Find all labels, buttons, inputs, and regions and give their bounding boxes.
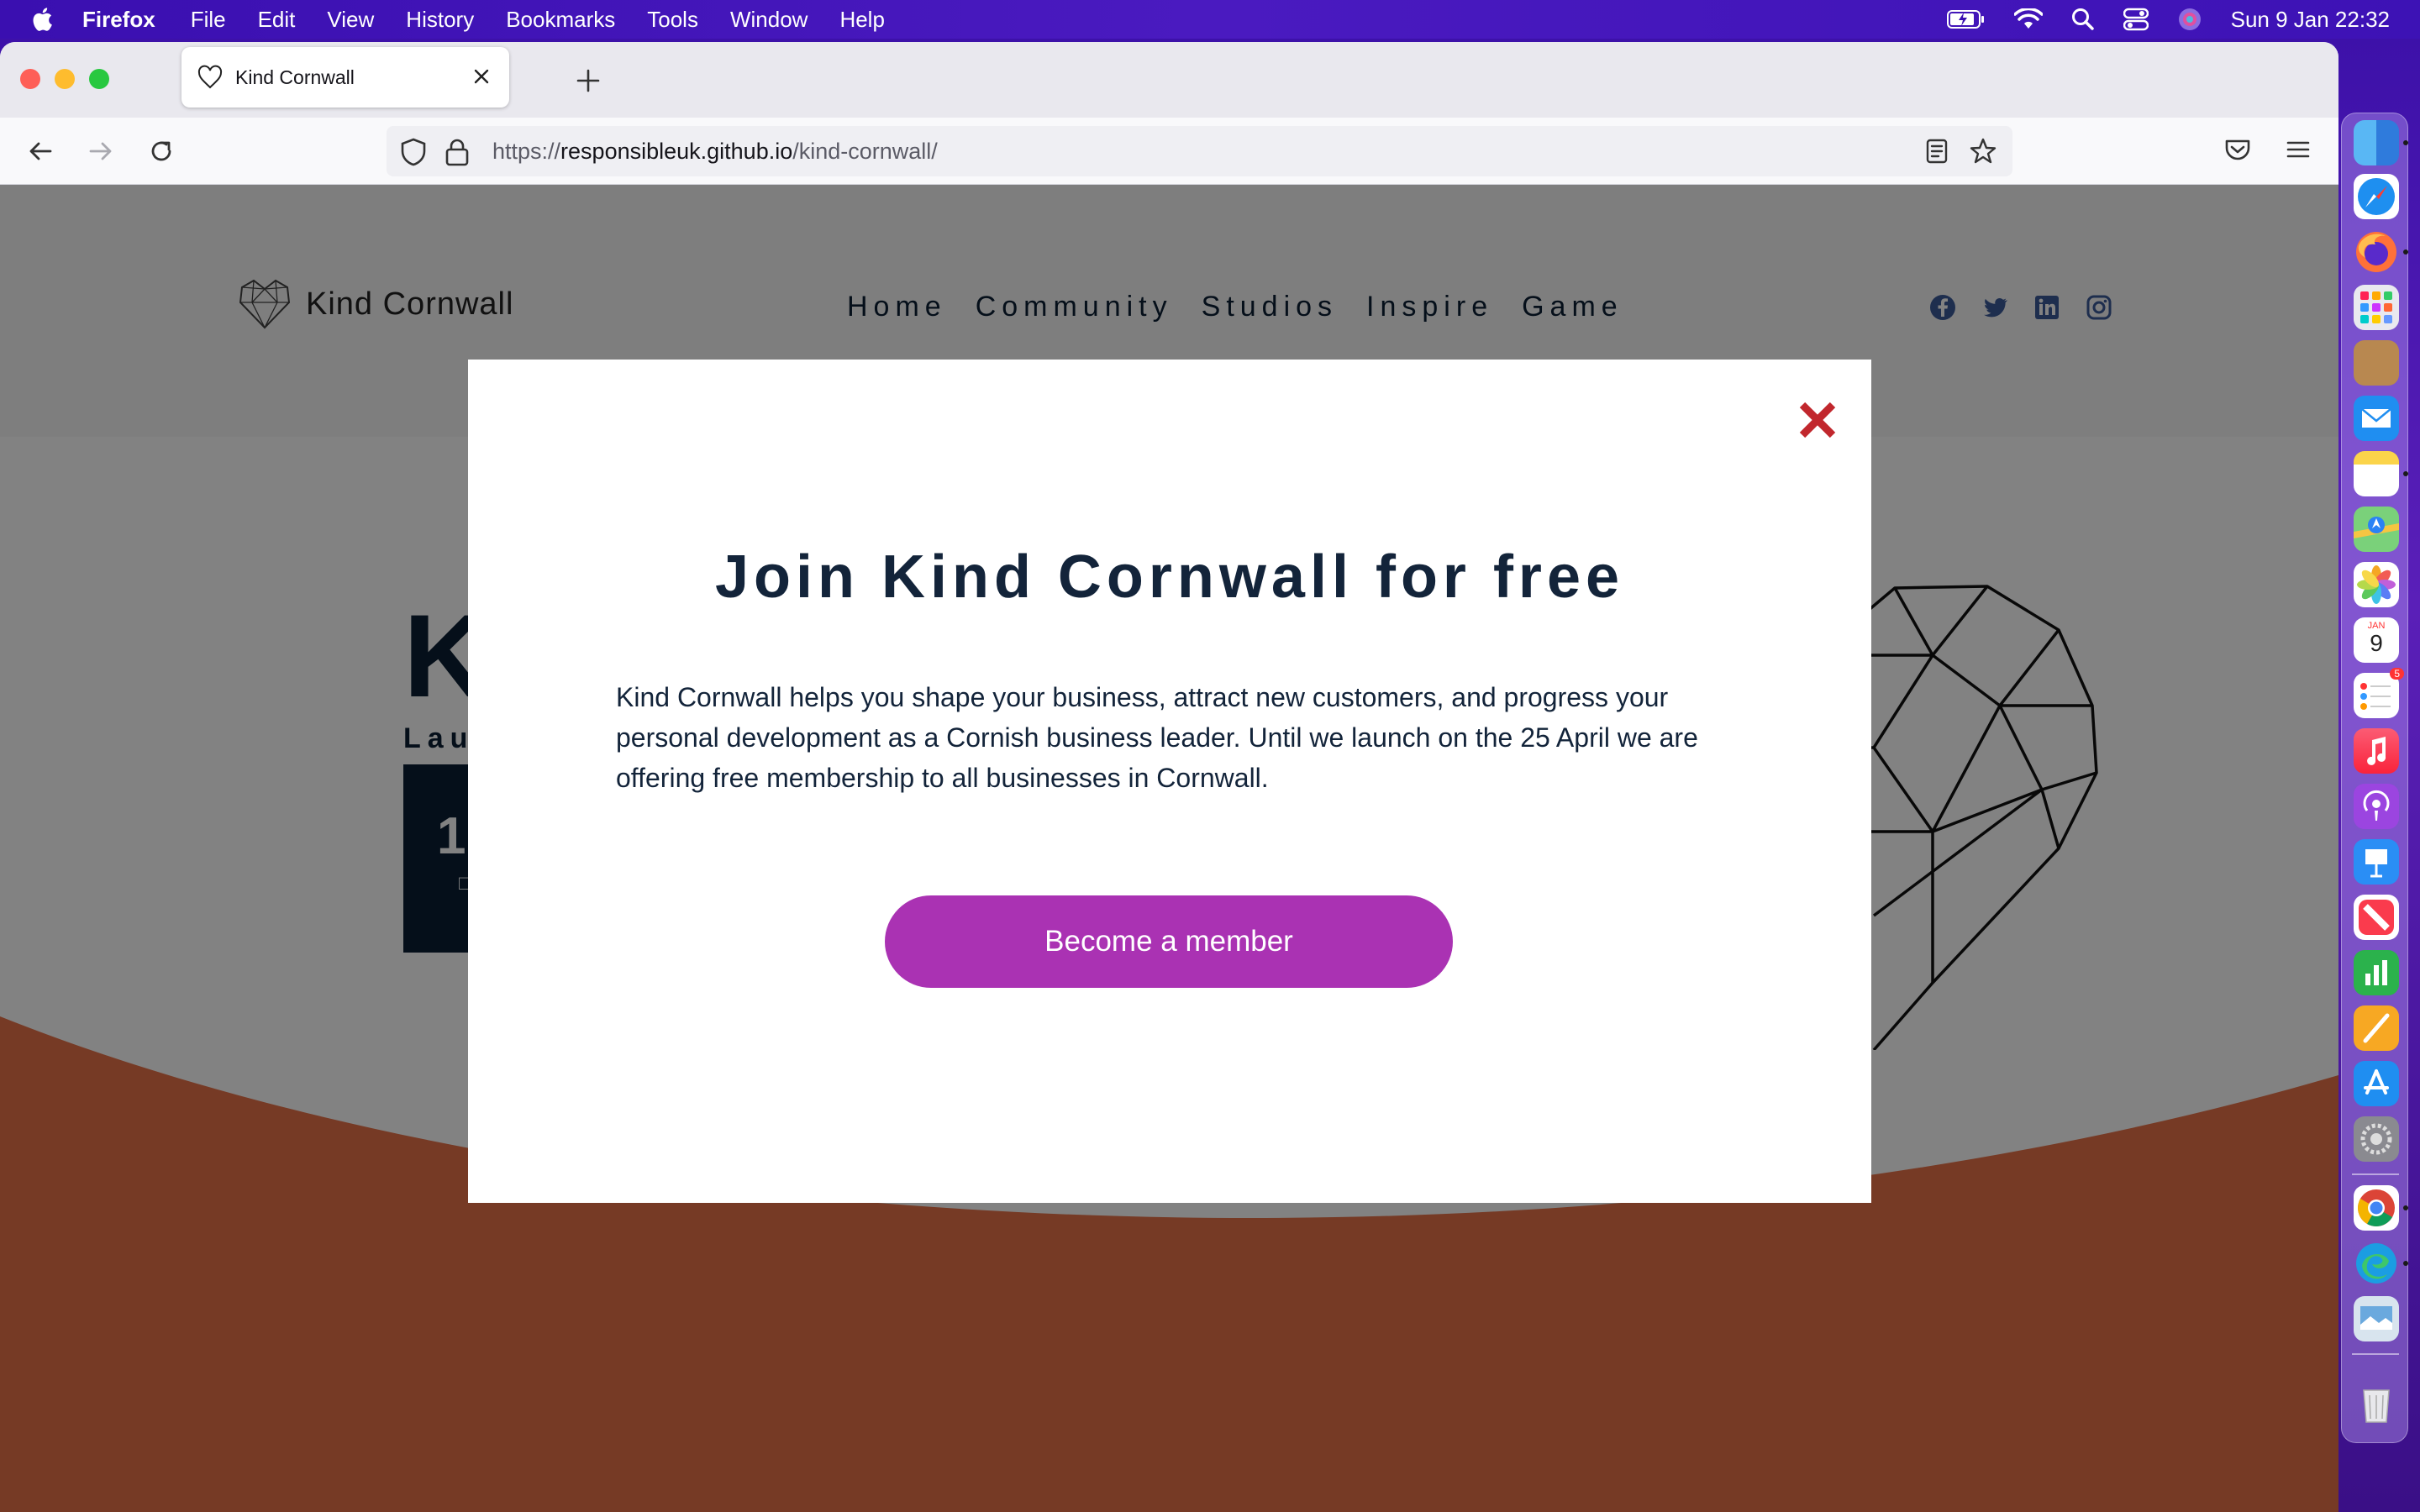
- calendar-icon[interactable]: JAN 9: [2354, 617, 2399, 663]
- menu-app-name[interactable]: Firefox: [82, 7, 155, 33]
- finder-running-indicator: [2403, 140, 2408, 145]
- close-tab-icon[interactable]: [469, 64, 494, 89]
- reminders-badge: 5: [2390, 668, 2404, 680]
- status-area: Sun 9 Jan 22:32: [1946, 0, 2390, 39]
- modal-title: Join Kind Cornwall for free: [714, 543, 1625, 611]
- menu-edit[interactable]: Edit: [258, 7, 296, 33]
- mail-icon[interactable]: [2354, 396, 2399, 441]
- window-controls: [20, 69, 109, 89]
- battery-icon[interactable]: [1946, 9, 1986, 29]
- system-preferences-icon[interactable]: [2354, 1116, 2399, 1162]
- dock: JAN 9 5: [2341, 113, 2408, 1443]
- control-center-icon[interactable]: [2123, 8, 2149, 31]
- dock-divider-trash: [2352, 1353, 2399, 1355]
- minimize-window-button[interactable]: [55, 69, 75, 89]
- wifi-icon[interactable]: [2013, 8, 2043, 30]
- tracking-protection-shield-icon[interactable]: [400, 138, 427, 166]
- reload-icon[interactable]: [145, 134, 178, 168]
- maps-icon[interactable]: [2354, 507, 2399, 552]
- reader-view-icon[interactable]: [1925, 139, 1949, 164]
- browser-window: Kind Cornwall https://responsibleuk.gith…: [0, 42, 2338, 1512]
- reminders-icon[interactable]: 5: [2354, 668, 2404, 718]
- safari-icon[interactable]: [2354, 174, 2399, 219]
- forward-arrow-icon[interactable]: [84, 134, 118, 168]
- reminders-list-icon: [2360, 683, 2391, 710]
- heart-favicon-icon: [197, 65, 223, 89]
- modal-body-text: Kind Cornwall helps you shape your busin…: [616, 682, 1698, 793]
- podcasts-icon[interactable]: [2354, 784, 2399, 829]
- menu-bookmarks[interactable]: Bookmarks: [506, 7, 615, 33]
- music-icon[interactable]: [2354, 728, 2399, 774]
- dock-divider: [2352, 1173, 2399, 1175]
- edge-icon[interactable]: [2354, 1241, 2399, 1286]
- close-icon[interactable]: [1796, 398, 1839, 442]
- trash-icon[interactable]: [2354, 1380, 2399, 1425]
- join-modal: Join Kind Cornwall for free Kind Cornwal…: [468, 360, 1871, 1203]
- tab-bar: Kind Cornwall: [0, 42, 2338, 118]
- menubar-clock[interactable]: Sun 9 Jan 22:32: [2231, 7, 2390, 33]
- numbers-icon[interactable]: [2354, 950, 2399, 995]
- menu-window[interactable]: Window: [730, 7, 808, 33]
- url-text[interactable]: https://responsibleuk.github.io/kind-cor…: [492, 139, 938, 165]
- notes-running-indicator: [2403, 471, 2408, 476]
- url-domain: responsibleuk.github.io: [560, 139, 793, 164]
- launchpad-icon[interactable]: [2354, 285, 2399, 330]
- close-window-button[interactable]: [20, 69, 40, 89]
- menu-history[interactable]: History: [406, 7, 474, 33]
- menu-help[interactable]: Help: [839, 7, 884, 33]
- photos-icon[interactable]: [2354, 562, 2399, 607]
- tab-kind-cornwall[interactable]: Kind Cornwall: [182, 47, 509, 108]
- calendar-day: 9: [2370, 630, 2383, 656]
- notes-icon[interactable]: [2354, 451, 2399, 496]
- siri-icon[interactable]: [2177, 7, 2202, 32]
- tab-title: Kind Cornwall: [235, 66, 355, 88]
- menu-tools[interactable]: Tools: [647, 7, 698, 33]
- preview-icon[interactable]: [2354, 1296, 2399, 1341]
- contacts-icon[interactable]: [2354, 340, 2399, 386]
- chrome-running-indicator: [2403, 1205, 2408, 1210]
- back-arrow-icon[interactable]: [24, 134, 57, 168]
- new-tab-icon[interactable]: [571, 64, 605, 97]
- menu-bar: Firefox File Edit View History Bookmarks…: [0, 0, 2420, 39]
- apple-menu-icon[interactable]: [30, 7, 54, 32]
- menu-view[interactable]: View: [327, 7, 374, 33]
- zoom-window-button[interactable]: [89, 69, 109, 89]
- pocket-icon[interactable]: [2223, 134, 2253, 165]
- bookmark-star-icon[interactable]: [1969, 137, 1997, 165]
- menu-file[interactable]: File: [191, 7, 226, 33]
- page-viewport: Kind Cornwall Home Community Studios Ins…: [0, 185, 2338, 1512]
- become-member-button[interactable]: Become a member: [885, 895, 1453, 988]
- finder-icon[interactable]: [2354, 120, 2399, 165]
- app-menu-icon[interactable]: [2284, 134, 2312, 165]
- firefox-icon[interactable]: [2354, 229, 2399, 275]
- url-scheme: https://: [492, 139, 561, 164]
- keynote-icon[interactable]: [2354, 839, 2399, 885]
- app-store-icon[interactable]: [2354, 1061, 2399, 1106]
- navigation-toolbar: https://responsibleuk.github.io/kind-cor…: [0, 118, 2338, 185]
- chrome-icon[interactable]: [2354, 1185, 2399, 1231]
- firefox-running-indicator: [2403, 249, 2408, 255]
- spotlight-search-icon[interactable]: [2071, 8, 2095, 31]
- url-path: /kind-cornwall/: [792, 139, 938, 164]
- pages-icon[interactable]: [2354, 1005, 2399, 1051]
- edge-running-indicator: [2403, 1261, 2408, 1266]
- news-icon[interactable]: [2354, 895, 2399, 940]
- lock-icon[interactable]: [445, 138, 469, 166]
- address-bar[interactable]: https://responsibleuk.github.io/kind-cor…: [387, 126, 2012, 176]
